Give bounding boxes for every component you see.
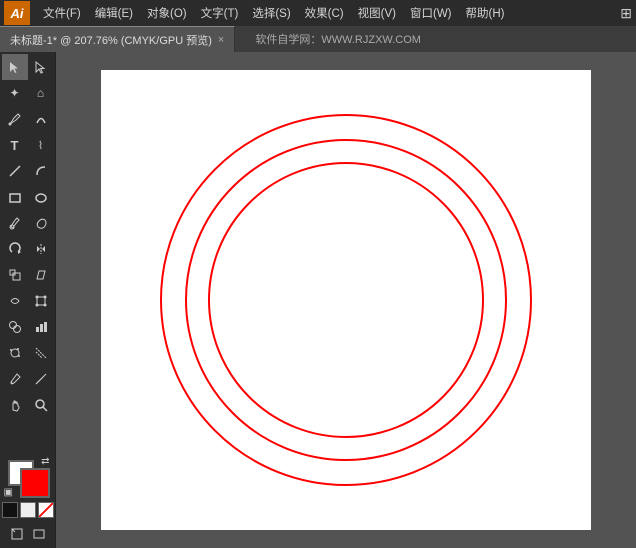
- menu-view[interactable]: 视图(V): [351, 3, 403, 23]
- rectangle-tool[interactable]: [2, 184, 28, 210]
- menu-effect[interactable]: 效果(C): [298, 3, 351, 23]
- stroke-color-swatch[interactable]: [22, 470, 48, 496]
- circles-svg: [101, 70, 591, 530]
- screen-mode[interactable]: [29, 524, 49, 544]
- tab-right-info: 软件自学网：WWW.RJZXW.COM: [245, 26, 431, 52]
- tool-row-5: [0, 158, 55, 184]
- magic-wand-tool[interactable]: ✦: [2, 80, 28, 106]
- menu-object[interactable]: 对象(O): [140, 3, 194, 23]
- toolbar: ✦ ⌂ T ⌇: [0, 52, 56, 548]
- color-swatch-none[interactable]: [38, 502, 54, 518]
- shape-builder-tool[interactable]: [2, 314, 28, 340]
- tab-title: 未标题-1* @ 207.76% (CMYK/GPU 预览): [10, 32, 212, 48]
- type-icon: T: [11, 138, 19, 153]
- tool-row-2: ✦ ⌂: [0, 80, 55, 106]
- rotate-tool[interactable]: [2, 236, 28, 262]
- lasso-tool[interactable]: ⌂: [28, 80, 54, 106]
- tool-row-1: [0, 54, 55, 80]
- paintbrush-tool[interactable]: [2, 210, 28, 236]
- hand-tool[interactable]: [2, 392, 28, 418]
- grid-icon: ⊞: [620, 5, 632, 22]
- menu-file[interactable]: 文件(F): [36, 3, 88, 23]
- measure-tool[interactable]: [28, 366, 54, 392]
- pen-tool[interactable]: [2, 106, 28, 132]
- menu-edit[interactable]: 编辑(E): [88, 3, 140, 23]
- tool-row-12: [0, 340, 55, 366]
- color-swatch-white[interactable]: [20, 502, 36, 518]
- scale-tool[interactable]: [2, 262, 28, 288]
- tool-row-9: [0, 262, 55, 288]
- active-tab[interactable]: 未标题-1* @ 207.76% (CMYK/GPU 预览) ×: [0, 26, 235, 52]
- arc-tool[interactable]: [28, 158, 54, 184]
- reflect-tool[interactable]: [28, 236, 54, 262]
- vertical-type-icon: ⌇: [38, 139, 43, 152]
- tool-row-13: [0, 366, 55, 392]
- color-row2: [2, 502, 54, 518]
- canvas: [101, 70, 591, 530]
- free-transform-tool[interactable]: [28, 288, 54, 314]
- artboard-tool[interactable]: [7, 524, 27, 544]
- tool-row-4: T ⌇: [0, 132, 55, 158]
- lasso-icon: ⌂: [37, 86, 44, 100]
- wand-icon: ✦: [9, 86, 19, 100]
- shear-tool[interactable]: [28, 262, 54, 288]
- eyedropper-tool[interactable]: [2, 366, 28, 392]
- menu-bar: Ai 文件(F) 编辑(E) 对象(O) 文字(T) 选择(S) 效果(C) 视…: [0, 0, 636, 26]
- main-area: ✦ ⌂ T ⌇: [0, 52, 636, 548]
- type-tool[interactable]: T: [2, 132, 28, 158]
- tab-bar: 未标题-1* @ 207.76% (CMYK/GPU 预览) × 软件自学网：W…: [0, 26, 636, 52]
- selection-tool[interactable]: [2, 54, 28, 80]
- ellipse-tool[interactable]: [28, 184, 54, 210]
- menu-text[interactable]: 文字(T): [194, 3, 246, 23]
- warp-tool[interactable]: [2, 288, 28, 314]
- workspace-switcher[interactable]: ⊞: [620, 5, 632, 22]
- tool-row-14: [0, 392, 55, 418]
- color-area: ⇄ ▣: [2, 460, 54, 548]
- blob-brush-tool[interactable]: [28, 210, 54, 236]
- swap-colors-icon[interactable]: ⇄: [41, 456, 49, 467]
- direct-selection-tool[interactable]: [28, 54, 54, 80]
- line-tool[interactable]: [2, 158, 28, 184]
- curvature-tool[interactable]: [28, 106, 54, 132]
- tool-row-8: [0, 236, 55, 262]
- default-colors-icon[interactable]: ▣: [4, 487, 13, 498]
- vertical-type-tool[interactable]: ⌇: [28, 132, 54, 158]
- symbol-sprayer-tool[interactable]: [2, 340, 28, 366]
- color-swatch-black[interactable]: [2, 502, 18, 518]
- column-graph-tool[interactable]: [28, 340, 54, 366]
- app-logo: Ai: [4, 1, 30, 25]
- tool-row-11: [0, 314, 55, 340]
- menu-help[interactable]: 帮助(H): [459, 3, 512, 23]
- tool-row-10: [0, 288, 55, 314]
- tab-close-button[interactable]: ×: [218, 34, 224, 46]
- menu-window[interactable]: 窗口(W): [403, 3, 459, 23]
- swatch-container: ⇄ ▣: [8, 460, 48, 496]
- tool-row-3: [0, 106, 55, 132]
- graph-tool[interactable]: [28, 314, 54, 340]
- menu-select[interactable]: 选择(S): [245, 3, 297, 23]
- zoom-tool[interactable]: [28, 392, 54, 418]
- tool-row-7: [0, 210, 55, 236]
- canvas-area: [56, 52, 636, 548]
- tool-row-6: [0, 184, 55, 210]
